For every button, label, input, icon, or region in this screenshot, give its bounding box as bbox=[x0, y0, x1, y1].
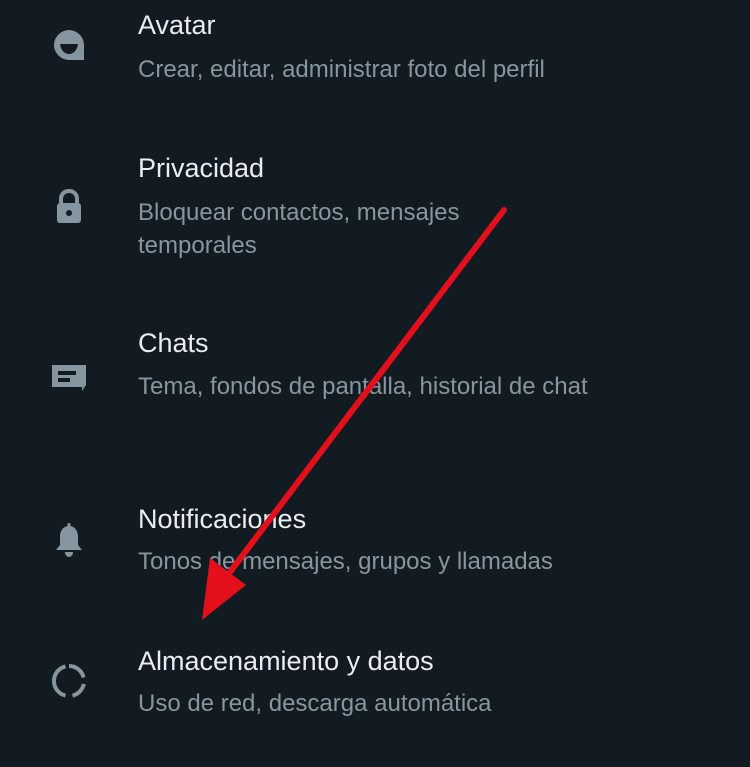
settings-item-chats[interactable]: Chats Tema, fondos de pantalla, historia… bbox=[0, 315, 750, 465]
avatar-face-icon bbox=[44, 20, 94, 70]
settings-item-storage[interactable]: Almacenamiento y datos Uso de red, desca… bbox=[0, 630, 750, 750]
settings-item-title: Privacidad bbox=[138, 153, 265, 183]
settings-item-privacy[interactable]: Privacidad Bloquear contactos, mensajes … bbox=[0, 140, 750, 290]
settings-item-subtitle: Tema, fondos de pantalla, historial de c… bbox=[138, 373, 588, 400]
settings-item-subtitle: Tonos de mensajes, grupos y llamadas bbox=[138, 548, 553, 575]
settings-screen: Avatar Crear, editar, administrar foto d… bbox=[0, 0, 750, 767]
data-usage-ring-icon bbox=[44, 656, 94, 706]
settings-item-avatar[interactable]: Avatar Crear, editar, administrar foto d… bbox=[0, 0, 750, 120]
settings-item-title: Chats bbox=[138, 328, 209, 358]
chat-icon bbox=[44, 352, 94, 402]
settings-item-title: Notificaciones bbox=[138, 504, 307, 534]
settings-item-notifications[interactable]: Notificaciones Tonos de mensajes, grupos… bbox=[0, 490, 750, 610]
lock-icon bbox=[44, 182, 94, 232]
settings-item-subtitle: Uso de red, descarga automática bbox=[138, 690, 492, 717]
settings-item-subtitle: Bloquear contactos, mensajes temporales bbox=[138, 199, 460, 259]
settings-item-title: Avatar bbox=[138, 10, 216, 40]
bell-icon bbox=[44, 515, 94, 565]
settings-item-subtitle: Crear, editar, administrar foto del perf… bbox=[138, 56, 545, 83]
settings-item-title: Almacenamiento y datos bbox=[138, 646, 434, 676]
